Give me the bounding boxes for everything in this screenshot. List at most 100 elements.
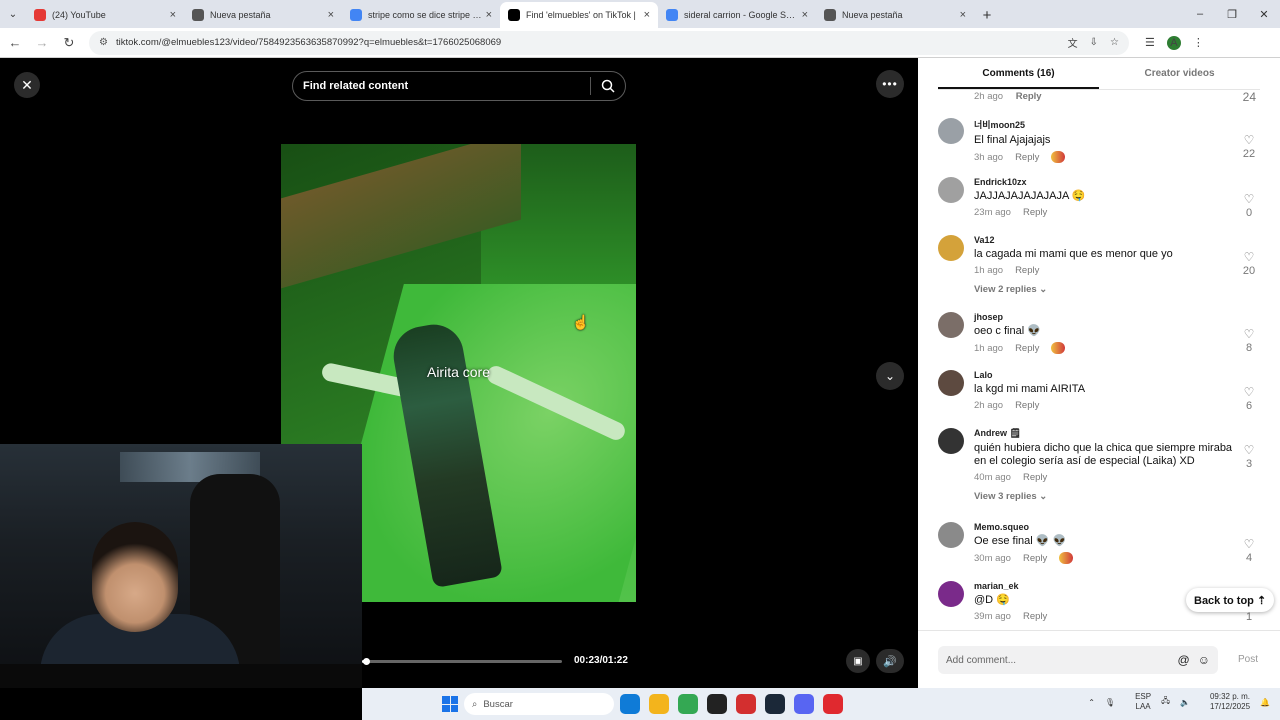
like-control[interactable]: ♡ 22	[1242, 134, 1256, 160]
reply-link[interactable]: Reply	[1016, 91, 1042, 102]
heart-icon[interactable]: ♡	[1242, 328, 1256, 340]
close-icon[interactable]: ✕	[14, 72, 40, 98]
pip-icon[interactable]: ▣	[846, 649, 870, 673]
post-button[interactable]: Post	[1238, 654, 1258, 665]
discord-app-icon[interactable]	[794, 694, 814, 714]
edge-app-icon[interactable]	[620, 694, 640, 714]
url-text[interactable]: tiktok.com/@elmuebles123/video/758492356…	[116, 37, 1056, 48]
avatar[interactable]	[938, 428, 964, 454]
chevron-up-icon[interactable]: ⌃	[1088, 698, 1095, 707]
avatar[interactable]	[938, 118, 964, 144]
comment-username[interactable]: 너비moon25	[974, 118, 1234, 131]
heart-icon[interactable]: ♡	[1242, 538, 1256, 550]
reply-link[interactable]: Reply	[1015, 265, 1039, 276]
reply-link[interactable]: Reply	[1023, 553, 1047, 564]
more-options-icon[interactable]: •••	[876, 70, 904, 98]
comment-username[interactable]: Va12	[974, 235, 1234, 245]
reply-link[interactable]: Reply	[1015, 343, 1039, 354]
like-control[interactable]: ♡ 0	[1242, 193, 1256, 219]
avatar[interactable]	[938, 235, 964, 261]
reply-link[interactable]: Reply	[1015, 400, 1039, 411]
view-replies-link[interactable]: View 2 replies ⌄	[974, 284, 1234, 295]
browser-tab[interactable]: Nueva pestaña ×	[184, 2, 342, 28]
view-replies-link[interactable]: View 3 replies ⌄	[974, 491, 1234, 502]
reload-icon[interactable]: ↻	[57, 31, 81, 55]
back-to-top-button[interactable]: Back to top ⇡	[1186, 588, 1275, 612]
comment-username[interactable]: Lalo	[974, 370, 1234, 380]
maximize-icon[interactable]: ❐	[1216, 0, 1248, 28]
windows-start-icon[interactable]	[442, 696, 458, 712]
opera-app-icon[interactable]	[823, 694, 843, 714]
heart-icon[interactable]: ♡	[1242, 134, 1256, 146]
notification-icon[interactable]: 🔔	[1260, 698, 1270, 707]
comment-username[interactable]: Memo.squeo	[974, 522, 1234, 532]
back-arrow-icon[interactable]: ←	[3, 31, 27, 55]
bookmark-star-icon[interactable]: ☆	[1110, 37, 1119, 48]
chevron-down-icon[interactable]: ⌄	[876, 362, 904, 390]
reply-link[interactable]: Reply	[1023, 207, 1047, 218]
tab-close-icon[interactable]: ×	[802, 9, 808, 21]
comment-input[interactable]: Add comment...	[946, 655, 1170, 666]
chrome-app-icon[interactable]	[678, 694, 698, 714]
avatar[interactable]	[938, 581, 964, 607]
address-bar[interactable]: ⚙ tiktok.com/@elmuebles123/video/7584923…	[89, 30, 1129, 55]
heart-icon[interactable]: ♡	[1242, 386, 1256, 398]
tab-creator-videos[interactable]: Creator videos	[1099, 58, 1260, 89]
close-window-icon[interactable]: ✕	[1248, 0, 1280, 28]
files-app-icon[interactable]	[649, 694, 669, 714]
heart-icon[interactable]: ♡	[1242, 193, 1256, 205]
browser-tab[interactable]: stripe como se dice stripe - Goo ×	[342, 2, 500, 28]
comment-username[interactable]: Endrick10zx	[974, 177, 1234, 187]
tab-search-icon[interactable]: ⌄	[0, 0, 26, 28]
mic-icon[interactable]: 🎙	[1105, 698, 1115, 707]
tab-close-icon[interactable]: ×	[486, 9, 492, 21]
heart-icon[interactable]: ♡	[1242, 444, 1256, 456]
reading-list-icon[interactable]: ☰	[1145, 36, 1155, 49]
language-indicator[interactable]: ESP LAA	[1125, 692, 1151, 712]
emoji-icon[interactable]: ☺	[1198, 653, 1210, 667]
avatar[interactable]	[938, 177, 964, 203]
tab-close-icon[interactable]: ×	[328, 9, 334, 21]
reply-link[interactable]: Reply	[1015, 152, 1039, 163]
obs-app-icon[interactable]	[707, 694, 727, 714]
avatar[interactable]	[938, 522, 964, 548]
site-info-icon[interactable]: ⚙	[99, 37, 108, 48]
speaker-icon[interactable]: 🔈	[1180, 698, 1190, 707]
profile-avatar[interactable]: A	[1166, 35, 1181, 50]
browser-tab[interactable]: Nueva pestaña ×	[816, 2, 974, 28]
video-progress-bar[interactable]	[362, 658, 562, 665]
translate-icon[interactable]: 文	[1068, 35, 1078, 50]
like-control[interactable]: ♡ 4	[1242, 538, 1256, 564]
browser-tab[interactable]: sideral carrion - Google Search ×	[658, 2, 816, 28]
avatar[interactable]	[938, 312, 964, 338]
kebab-menu-icon[interactable]: ⋮	[1193, 36, 1204, 49]
tab-close-icon[interactable]: ×	[960, 9, 966, 21]
comment-username[interactable]: jhosep	[974, 312, 1234, 322]
reply-link[interactable]: Reply	[1023, 472, 1047, 483]
app-red-app-icon[interactable]	[736, 694, 756, 714]
search-input[interactable]: Find related content	[303, 80, 590, 92]
install-icon[interactable]: ⇩	[1090, 37, 1098, 48]
browser-tab[interactable]: (24) YouTube ×	[26, 2, 184, 28]
progress-knob[interactable]	[363, 658, 370, 665]
like-control[interactable]: ♡ 20	[1242, 251, 1256, 277]
clock[interactable]: 09:32 p. m. 17/12/2025	[1200, 692, 1250, 712]
like-control[interactable]: ♡ 6	[1242, 386, 1256, 412]
like-control[interactable]: ♡ 8	[1242, 328, 1256, 354]
heart-icon[interactable]: ♡	[1242, 251, 1256, 263]
comment-username[interactable]: Andrew 🗒	[974, 428, 1234, 439]
avatar[interactable]	[938, 370, 964, 396]
forward-arrow-icon[interactable]: →	[30, 31, 54, 55]
tab-close-icon[interactable]: ×	[170, 9, 176, 21]
taskbar-search[interactable]: ⌕ Buscar	[464, 693, 614, 715]
reply-link[interactable]: Reply	[1023, 611, 1047, 622]
volume-icon[interactable]: 🔊	[876, 649, 904, 673]
mention-icon[interactable]: @	[1178, 653, 1190, 667]
browser-tab[interactable]: Find 'elmuebles' on TikTok | ×	[500, 2, 658, 28]
tab-close-icon[interactable]: ×	[644, 9, 650, 21]
steam-app-icon[interactable]	[765, 694, 785, 714]
tab-comments[interactable]: Comments (16)	[938, 58, 1099, 89]
add-comment-field[interactable]: Add comment... @ ☺	[938, 646, 1218, 674]
network-icon[interactable]: 🖧	[1161, 695, 1170, 709]
new-tab-button[interactable]: +	[974, 2, 1000, 28]
